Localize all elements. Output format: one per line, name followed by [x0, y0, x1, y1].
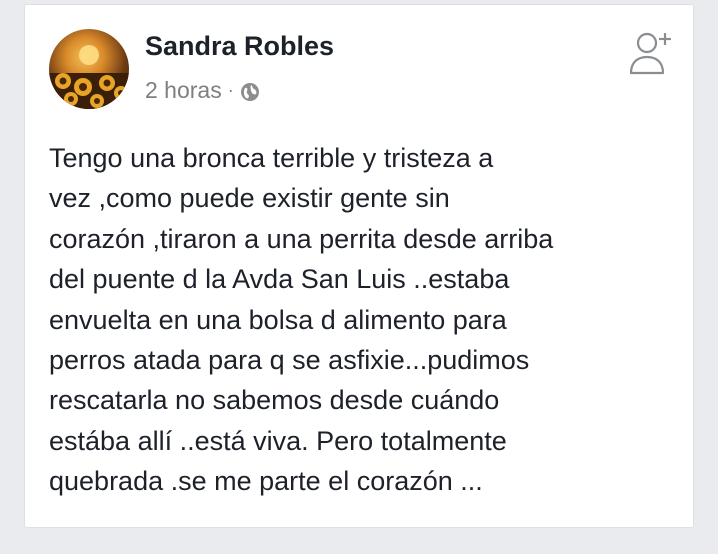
post-text: Tengo una bronca terrible y tristeza a v…	[49, 143, 554, 497]
meta-separator: ·	[227, 80, 234, 100]
post-meta: 2 horas ·	[145, 77, 260, 104]
post-card: Sandra Robles 2 horas · Tengo una bronca…	[24, 4, 694, 528]
post-timestamp[interactable]: 2 horas	[145, 77, 222, 104]
globe-icon[interactable]	[240, 81, 260, 101]
author-name[interactable]: Sandra Robles	[145, 31, 334, 62]
avatar-sunflowers-image	[49, 45, 129, 109]
avatar[interactable]	[49, 29, 129, 109]
add-friend-icon[interactable]	[625, 27, 677, 79]
